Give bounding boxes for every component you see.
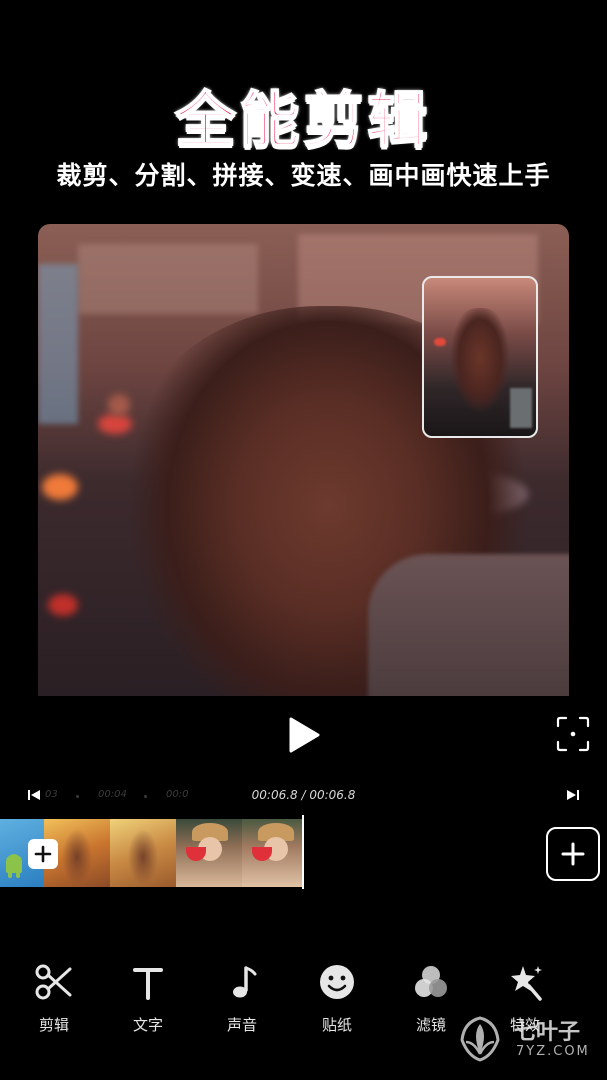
play-button[interactable]	[287, 716, 321, 754]
watermark-subtitle: 7YZ.COM	[516, 1044, 590, 1059]
fullscreen-icon	[556, 716, 590, 752]
tool-label: 剪辑	[38, 1016, 69, 1034]
skip-to-end-icon	[567, 790, 579, 800]
tool-edit[interactable]: 剪辑	[19, 960, 89, 1040]
scissors-icon	[35, 964, 72, 1000]
timeline-ruler[interactable]: 03 00:04 00:0 00:06.8 / 00:06.8	[0, 784, 607, 808]
tool-label: 声音	[226, 1016, 257, 1034]
tool-label: 文字	[132, 1016, 163, 1034]
site-watermark: 七叶子 7YZ.COM	[452, 1010, 602, 1070]
promo-headline: 全能剪辑	[175, 85, 432, 157]
clip-thumbnail[interactable]	[110, 819, 176, 887]
text-icon	[133, 968, 163, 1000]
fullscreen-button[interactable]	[555, 715, 591, 753]
add-media-button[interactable]	[546, 827, 600, 881]
play-icon	[289, 717, 320, 753]
smiley-sticker-icon	[320, 965, 354, 999]
promo-subtitle: 裁剪、分割、拼接、变速、画中画快速上手	[56, 161, 551, 190]
tool-sticker[interactable]: 贴纸	[302, 960, 372, 1040]
leaf-logo-icon	[460, 1016, 500, 1062]
plus-icon	[561, 842, 585, 866]
insert-clip-button[interactable]	[28, 839, 58, 869]
watermark-title: 七叶子	[514, 1020, 581, 1045]
tool-audio[interactable]: 声音	[207, 960, 277, 1040]
clip-thumbnail[interactable]	[242, 819, 304, 887]
tool-label: 贴纸	[321, 1016, 352, 1034]
plus-icon	[34, 845, 52, 863]
magic-wand-icon	[511, 966, 542, 1001]
clip-thumbnail[interactable]	[176, 819, 242, 887]
subject-coat	[368, 554, 569, 696]
jump-to-end-button[interactable]	[565, 787, 581, 803]
playhead[interactable]	[302, 815, 304, 889]
picture-in-picture-overlay[interactable]	[422, 276, 538, 438]
filter-circles-icon	[415, 966, 447, 997]
music-note-icon	[233, 966, 257, 998]
tool-text[interactable]: 文字	[113, 960, 183, 1040]
time-readout: 00:06.8 / 00:06.8	[251, 788, 356, 802]
android-icon	[6, 854, 22, 878]
